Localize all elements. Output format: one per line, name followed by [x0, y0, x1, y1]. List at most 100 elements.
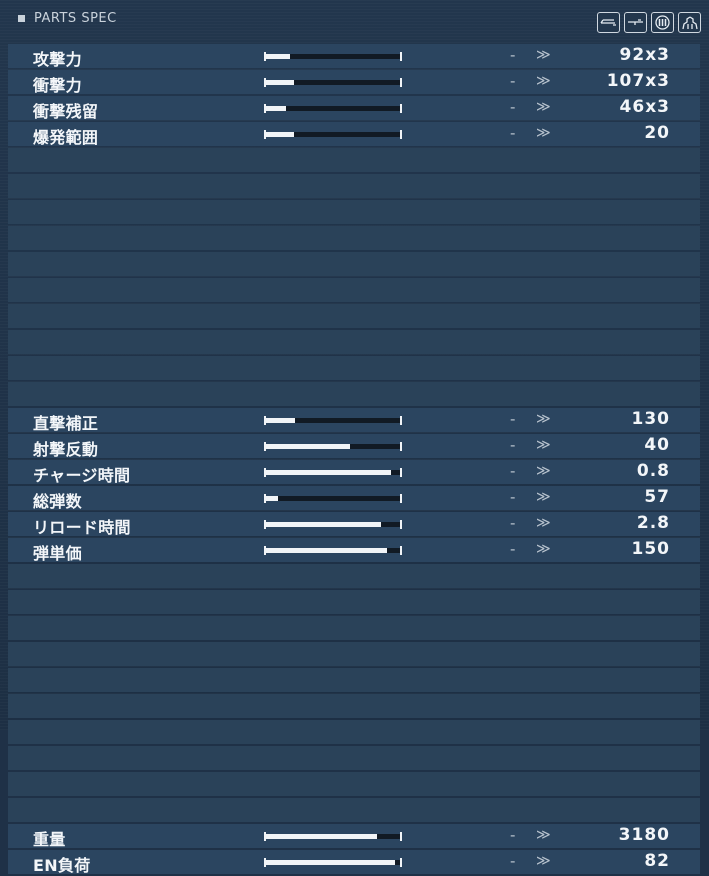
bar-cap-right — [400, 546, 402, 555]
bar-cap-right — [400, 858, 402, 867]
bar-fill — [266, 132, 294, 137]
bar-cap-right — [400, 104, 402, 113]
bar-fill — [266, 444, 350, 449]
spec-row: 直撃補正 - ≫ 130 — [8, 408, 700, 433]
bar-fill — [266, 834, 377, 839]
spec-bar — [264, 520, 402, 529]
mech-icon[interactable] — [678, 12, 701, 33]
double-arrow-icon: ≫ — [536, 463, 551, 479]
empty-row — [8, 590, 700, 614]
empty-row — [8, 226, 700, 250]
spec-dash: - — [510, 72, 516, 90]
bar-cap-right — [400, 130, 402, 139]
spec-label: EN負荷 — [33, 856, 91, 875]
spec-bar — [264, 104, 402, 113]
spec-row: リロード時間 - ≫ 2.8 — [8, 512, 700, 537]
double-arrow-icon: ≫ — [536, 73, 551, 89]
spec-row: EN負荷 - ≫ 82 — [8, 850, 700, 875]
spec-row: 重量 - ≫ 3180 — [8, 824, 700, 849]
bar-fill — [266, 106, 286, 111]
bar-cap-right — [400, 832, 402, 841]
panel-title: PARTS SPEC — [34, 10, 117, 26]
spec-dash: - — [510, 436, 516, 454]
spec-value: 130 — [631, 409, 670, 429]
spec-value: 92x3 — [619, 45, 670, 65]
spec-row: 衝撃残留 - ≫ 46x3 — [8, 96, 700, 121]
spec-bar — [264, 858, 402, 867]
spec-row: チャージ時間 - ≫ 0.8 — [8, 460, 700, 485]
bar-cap-right — [400, 494, 402, 503]
spec-dash: - — [510, 488, 516, 506]
double-arrow-icon: ≫ — [536, 47, 551, 63]
spec-bar — [264, 442, 402, 451]
spec-dash: - — [510, 410, 516, 428]
empty-row — [8, 148, 700, 172]
spec-label: 衝撃残留 — [33, 102, 99, 121]
empty-row — [8, 798, 700, 822]
spec-label: チャージ時間 — [33, 466, 131, 485]
empty-row — [8, 200, 700, 224]
spec-value: 46x3 — [619, 97, 670, 117]
bar-fill — [266, 496, 278, 501]
spec-value: 40 — [644, 435, 670, 455]
empty-row — [8, 642, 700, 666]
double-arrow-icon: ≫ — [536, 541, 551, 557]
spec-label: 爆発範囲 — [33, 128, 99, 147]
spec-row: 爆発範囲 - ≫ 20 — [8, 122, 700, 147]
double-arrow-icon: ≫ — [536, 853, 551, 869]
double-arrow-icon: ≫ — [536, 411, 551, 427]
empty-row — [8, 174, 700, 198]
spec-dash: - — [510, 98, 516, 116]
spec-value: 57 — [644, 487, 670, 507]
ammo-icon[interactable] — [651, 12, 674, 33]
spec-dash: - — [510, 46, 516, 64]
spec-bar — [264, 130, 402, 139]
double-arrow-icon: ≫ — [536, 489, 551, 505]
double-arrow-icon: ≫ — [536, 827, 551, 843]
bar-cap-right — [400, 52, 402, 61]
spec-label: 衝撃力 — [33, 76, 82, 95]
spec-value: 82 — [644, 851, 670, 871]
spec-bar — [264, 546, 402, 555]
empty-row — [8, 772, 700, 796]
spec-value: 150 — [631, 539, 670, 559]
parts-spec-panel: PARTS SPEC 攻撃力 - ≫ 92x3 衝撃力 - ≫ 107x3 衝撃残留 - ≫ 46x3… — [0, 0, 709, 875]
double-arrow-icon: ≫ — [536, 99, 551, 115]
empty-row — [8, 252, 700, 276]
empty-row — [8, 356, 700, 380]
spec-dash: - — [510, 852, 516, 870]
bar-fill — [266, 80, 294, 85]
spec-dash: - — [510, 462, 516, 480]
spec-label: 直撃補正 — [33, 414, 99, 433]
empty-row — [8, 278, 700, 302]
bar-fill — [266, 470, 391, 475]
bar-cap-right — [400, 416, 402, 425]
weapon-left-icon[interactable] — [597, 12, 620, 33]
spec-value: 20 — [644, 123, 670, 143]
weapon-right-icon[interactable] — [624, 12, 647, 33]
bar-cap-right — [400, 520, 402, 529]
double-arrow-icon: ≫ — [536, 515, 551, 531]
spec-row: 総弾数 - ≫ 57 — [8, 486, 700, 511]
spec-label: 総弾数 — [33, 492, 82, 511]
spec-bar — [264, 832, 402, 841]
spec-rows: 攻撃力 - ≫ 92x3 衝撃力 - ≫ 107x3 衝撃残留 - ≫ 46x3 爆発範囲 - ≫ 20 直撃補… — [8, 44, 700, 876]
spec-bar — [264, 468, 402, 477]
bar-fill — [266, 54, 290, 59]
empty-row — [8, 616, 700, 640]
spec-dash: - — [510, 540, 516, 558]
spec-value: 3180 — [618, 825, 670, 845]
double-arrow-icon: ≫ — [536, 125, 551, 141]
spec-dash: - — [510, 514, 516, 532]
panel-header: PARTS SPEC — [18, 8, 117, 28]
spec-label: 弾単価 — [33, 544, 82, 563]
bar-fill — [266, 860, 395, 865]
spec-value: 107x3 — [606, 71, 670, 91]
bar-fill — [266, 548, 387, 553]
bar-fill — [266, 418, 295, 423]
spec-bar — [264, 416, 402, 425]
spec-label: 重量 — [33, 830, 66, 849]
empty-row — [8, 304, 700, 328]
spec-label: 攻撃力 — [33, 50, 82, 69]
bar-fill — [266, 522, 381, 527]
